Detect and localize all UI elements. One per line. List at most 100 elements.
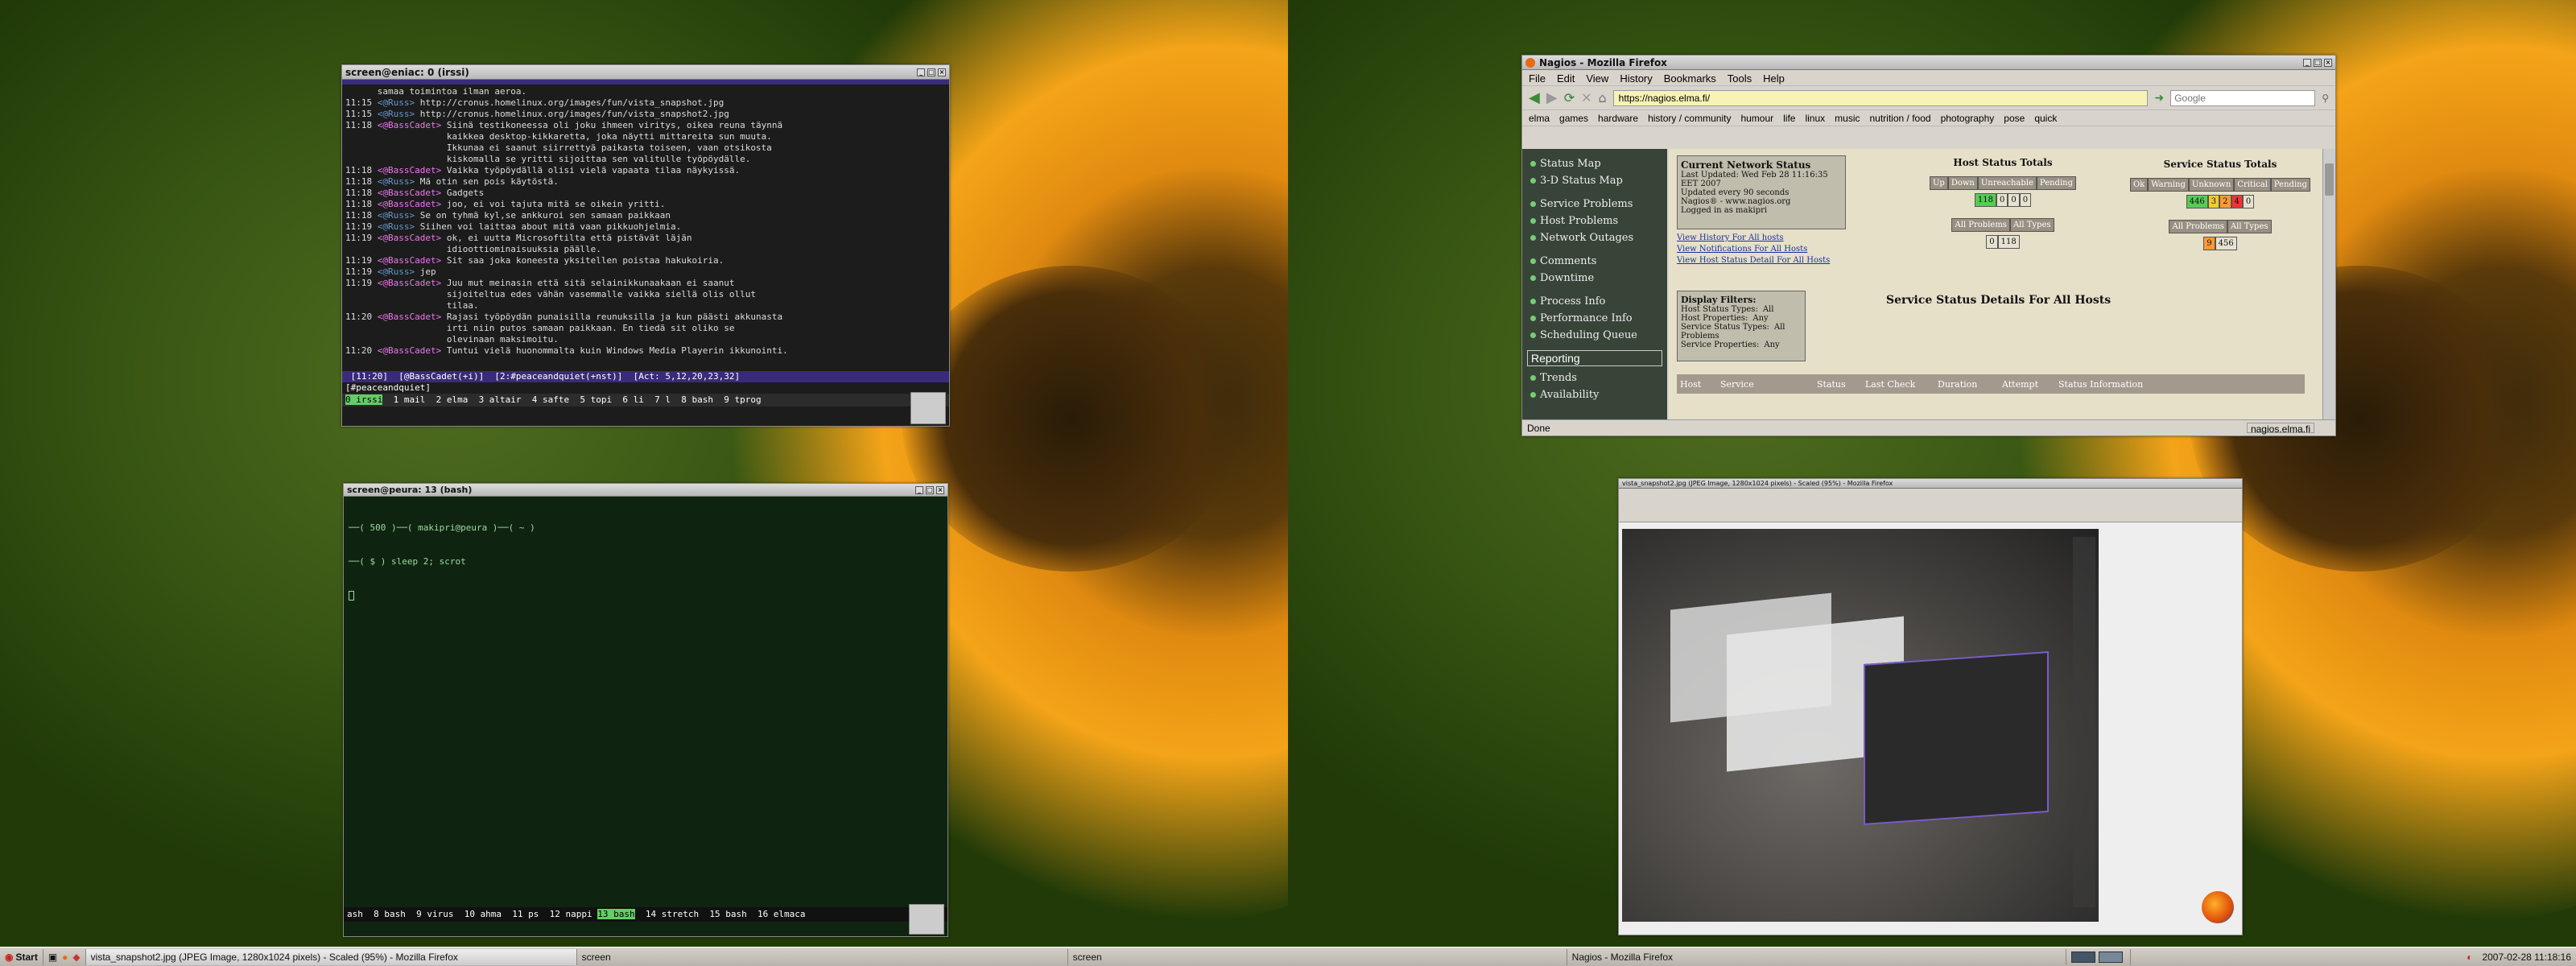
totals-value-cell[interactable]: 0 <box>1986 235 1998 249</box>
sidebar-item-comments[interactable]: Comments <box>1522 253 1667 270</box>
pager-desktop-1[interactable] <box>2070 951 2095 963</box>
minimize-icon[interactable]: _ <box>915 485 923 494</box>
url-bar[interactable]: https://nagios.elma.fi/ <box>1612 89 2149 106</box>
totals-value-cell[interactable]: 0 <box>2242 195 2255 208</box>
screen-tab-list[interactable]: ash 8 bash 9 virus 10 ahma 11 ps 12 napp… <box>347 909 597 919</box>
menu-bookmarks[interactable]: Bookmarks <box>1664 72 1716 85</box>
task-nagios[interactable]: Nagios - Mozilla Firefox <box>1567 948 2066 965</box>
totals-header-cell[interactable]: Unreachable <box>1977 176 2037 190</box>
totals-header-cell[interactable]: Pending <box>2036 176 2077 190</box>
screen-tab-active[interactable]: 0 irssi <box>345 394 383 405</box>
totals-header-cell[interactable]: Warning <box>2148 178 2189 192</box>
totals-value-cell[interactable]: 118 <box>1974 193 1996 207</box>
bookmark-folder-photography[interactable]: photography <box>1941 113 1995 124</box>
bookmark-folder-life[interactable]: life <box>1783 113 1795 124</box>
sidebar-item-network-outages[interactable]: Network Outages <box>1522 229 1667 246</box>
terminal-launch-icon[interactable]: ▣ <box>48 952 57 963</box>
task-viewer[interactable]: vista_snapshot2.jpg (JPEG Image, 1280x10… <box>85 948 577 965</box>
close-icon[interactable]: × <box>938 68 946 76</box>
totals-value-cell[interactable]: 0 <box>2008 193 2020 207</box>
sidebar-item-3d-status-map[interactable]: 3-D Status Map <box>1522 172 1667 189</box>
bash-titlebar[interactable]: screen@peura: 13 (bash) _ □ × <box>344 484 947 497</box>
screen-tab-list-2[interactable]: 14 stretch 15 bash 16 elmaca <box>635 909 806 919</box>
menu-edit[interactable]: Edit <box>1557 72 1575 85</box>
bookmark-folder-quick[interactable]: quick <box>2034 113 2057 124</box>
task-screen-left[interactable]: screen <box>577 948 1068 965</box>
menu-tools[interactable]: Tools <box>1728 72 1752 85</box>
firefox-titlebar[interactable]: Nagios - Mozilla Firefox _ □ × <box>1522 56 2335 70</box>
irssi-input-line[interactable]: [#peaceandquiet] <box>342 382 949 394</box>
bookmark-folder-nutrition[interactable]: nutrition / food <box>1870 113 1931 124</box>
totals-value-cell[interactable]: 2 <box>2219 195 2231 208</box>
sidebar-item-host-problems[interactable]: Host Problems <box>1522 213 1667 229</box>
sidebar-item-availability[interactable]: Availability <box>1522 386 1667 403</box>
reload-icon[interactable]: ⟳ <box>1564 90 1575 105</box>
totals-header-cell[interactable]: All Problems <box>1951 218 2010 232</box>
pager-desktop-2[interactable] <box>2098 951 2123 963</box>
menu-view[interactable]: View <box>1586 72 1608 85</box>
bookmark-folder-elma[interactable]: elma <box>1529 113 1550 124</box>
search-input[interactable] <box>2170 89 2316 106</box>
app-launch-icon[interactable]: ◆ <box>72 952 80 963</box>
totals-header-cell[interactable]: Up <box>1929 176 1948 190</box>
start-button[interactable]: ◉ Start <box>0 948 43 965</box>
bookmark-folder-linux[interactable]: linux <box>1805 113 1825 124</box>
menu-history[interactable]: History <box>1620 72 1652 85</box>
forward-arrow-icon[interactable]: ▶ <box>1546 89 1558 106</box>
close-icon[interactable]: × <box>936 485 944 494</box>
stop-icon[interactable]: ✕ <box>1581 90 1591 105</box>
sidebar-item-process-info[interactable]: Process Info <box>1522 293 1667 310</box>
bookmark-folder-music[interactable]: music <box>1835 113 1860 124</box>
screen-tab-list[interactable]: 1 mail 2 elma 3 altair 4 safte 5 topi 6 … <box>382 394 762 405</box>
totals-value-cell[interactable]: 456 <box>2215 237 2237 250</box>
bookmark-folder-pose[interactable]: pose <box>2004 113 2025 124</box>
task-screen-right[interactable]: screen <box>1068 948 1567 965</box>
totals-value-cell[interactable]: 0 <box>1996 193 2008 207</box>
totals-value-cell[interactable]: 0 <box>2019 193 2032 207</box>
bookmark-folder-games[interactable]: games <box>1559 113 1588 124</box>
screen-tab-active[interactable]: 13 bash <box>597 909 635 919</box>
sidebar-item-trends[interactable]: Trends <box>1522 369 1667 386</box>
table-header-cell[interactable]: Host <box>1677 379 1717 390</box>
menu-file[interactable]: File <box>1529 72 1546 85</box>
sidebar-item-scheduling-queue[interactable]: Scheduling Queue <box>1522 327 1667 344</box>
totals-value-cell[interactable]: 446 <box>2186 195 2208 208</box>
totals-header-cell[interactable]: Ok <box>2130 178 2149 192</box>
totals-header-cell[interactable]: All Problems <box>2169 220 2227 233</box>
view-host-status-link[interactable]: View Host Status Detail For All Hosts <box>1677 255 1830 266</box>
totals-value-cell[interactable]: 3 <box>2207 195 2220 208</box>
minimize-icon[interactable]: _ <box>917 68 925 76</box>
maximize-icon[interactable]: □ <box>926 485 934 494</box>
sidebar-item-status-map[interactable]: Status Map <box>1522 155 1667 172</box>
totals-header-cell[interactable]: Unknown <box>2188 178 2235 192</box>
sidebar-item-performance-info[interactable]: Performance Info <box>1522 310 1667 327</box>
table-header-cell[interactable]: Last Check <box>1862 379 1934 390</box>
totals-header-cell[interactable]: Pending <box>2270 178 2310 192</box>
bash-window[interactable]: screen@peura: 13 (bash) _ □ × ──( 500 )─… <box>343 483 948 937</box>
desktop-pager[interactable] <box>2066 948 2131 965</box>
totals-header-cell[interactable]: Critical <box>2234 178 2271 192</box>
maximize-icon[interactable]: □ <box>2314 58 2322 67</box>
scrollbar-thumb[interactable] <box>2325 163 2334 196</box>
bookmark-folder-hardware[interactable]: hardware <box>1598 113 1638 124</box>
table-header-cell[interactable]: Attempt <box>1999 379 2055 390</box>
totals-value-cell[interactable]: 118 <box>1997 235 2020 249</box>
close-icon[interactable]: × <box>2324 58 2332 67</box>
irssi-titlebar[interactable]: screen@eniac: 0 (irssi) _ □ × <box>342 65 949 80</box>
totals-value-cell[interactable]: 4 <box>2231 195 2243 208</box>
totals-header-cell[interactable]: All Types <box>2009 218 2054 232</box>
minimize-icon[interactable]: _ <box>2303 58 2311 67</box>
home-icon[interactable]: ⌂ <box>1599 90 1607 105</box>
image-viewer-window[interactable]: vista_snapshot2.jpg (JPEG Image, 1280x10… <box>1618 478 2243 935</box>
back-arrow-icon[interactable]: ◀ <box>1529 89 1540 106</box>
bookmark-folder-humour[interactable]: humour <box>1740 113 1773 124</box>
totals-value-cell[interactable]: 9 <box>2203 237 2215 250</box>
vertical-scrollbar[interactable] <box>2322 149 2335 419</box>
menu-help[interactable]: Help <box>1763 72 1785 85</box>
totals-header-cell[interactable]: Down <box>1947 176 1978 190</box>
bookmark-folder-history[interactable]: history / community <box>1648 113 1731 124</box>
table-header-cell[interactable]: Status Information <box>2055 379 2305 390</box>
firefox-launch-icon[interactable]: ● <box>62 952 68 963</box>
totals-header-cell[interactable]: All Types <box>2227 220 2272 233</box>
go-arrow-icon[interactable]: ➜ <box>2154 92 2164 105</box>
